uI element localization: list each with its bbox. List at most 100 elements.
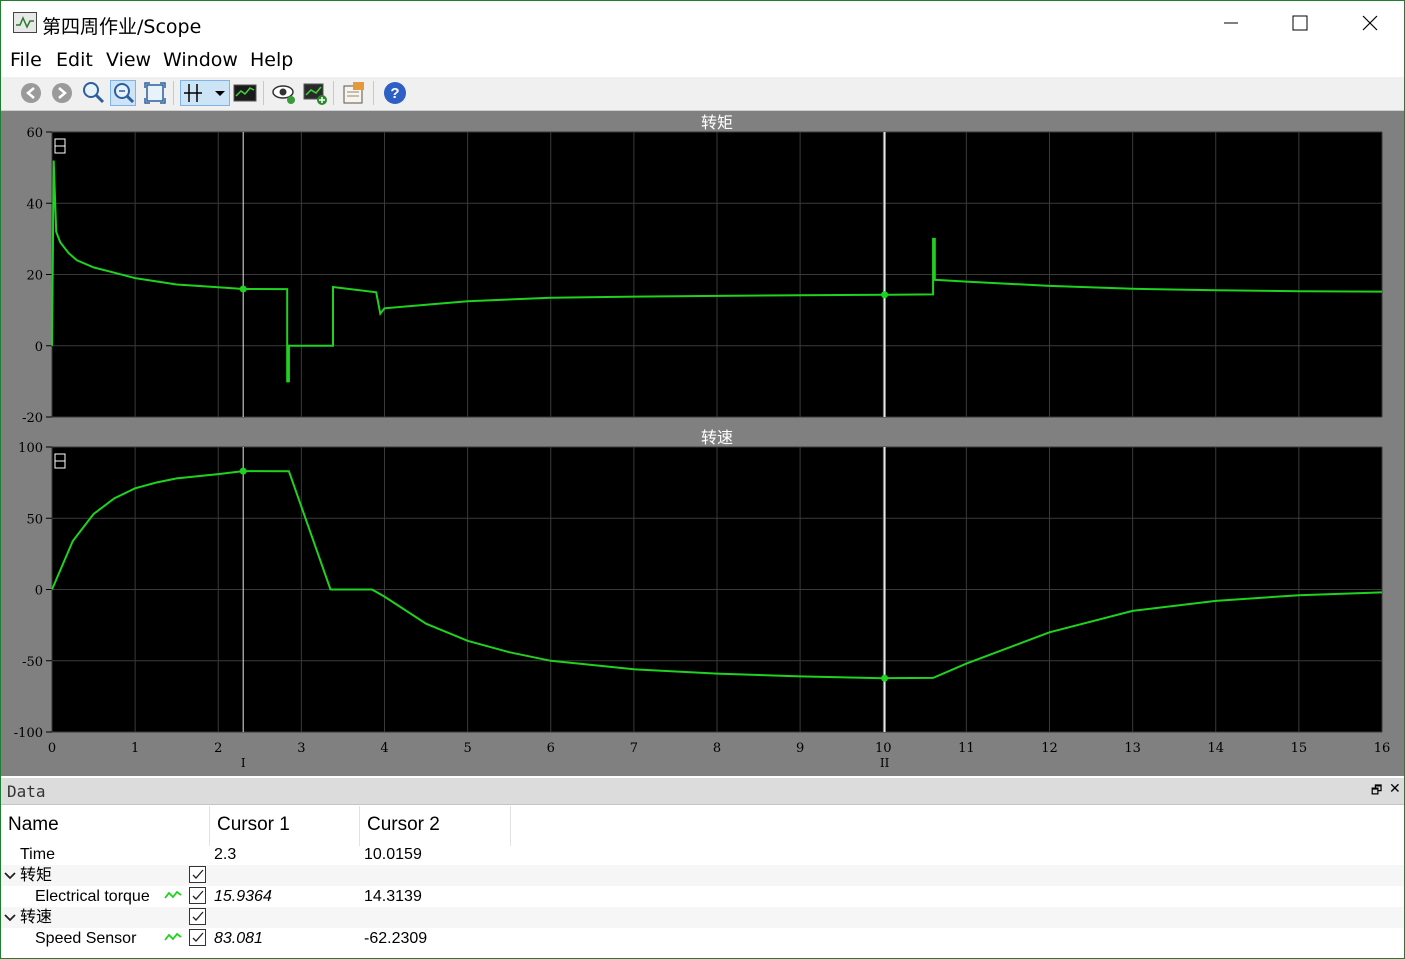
cursor-label: I <box>241 756 246 770</box>
y-tick-label: 20 <box>26 269 43 284</box>
toolbar-separator <box>173 81 174 105</box>
y-tick-label: 40 <box>26 197 43 212</box>
x-tick-label: 8 <box>713 741 721 756</box>
maximize-icon <box>1292 15 1308 31</box>
x-tick-label: 0 <box>48 741 56 756</box>
scope-plots[interactable]: 转矩6040200-20转速100500-50-1000 1 2 3 4 5 6 7 8 9 10 1… <box>1 111 1404 776</box>
x-tick-label: 6 <box>547 741 555 756</box>
close-icon <box>1362 15 1378 31</box>
fit-icon[interactable] <box>142 80 168 106</box>
plot-title: 转矩 <box>701 113 733 132</box>
x-tick-label: 16 <box>1374 741 1391 756</box>
maximize-button[interactable] <box>1265 1 1335 45</box>
col-cursor2[interactable]: Cursor 2 <box>367 814 440 836</box>
minimize-button[interactable] <box>1196 1 1266 45</box>
menu-file[interactable]: File <box>10 49 42 71</box>
y-tick-label: 50 <box>26 512 43 527</box>
x-tick-label: 13 <box>1124 741 1141 756</box>
plot-area: 转矩 60 40 20 0 -20 转速 100 50 0 -50 -100 0 1 2 3 4 5 6 7 8 9 10 1… <box>1 111 1404 776</box>
visibility-icon[interactable] <box>271 80 297 106</box>
y-tick-label: -50 <box>22 655 43 670</box>
row-cursor1-value: 83.081 <box>214 930 263 947</box>
scope-window: 第四周作业/Scope File Edit View Window Help ?… <box>0 0 1405 959</box>
x-tick-label: 7 <box>630 741 638 756</box>
zoom-xy-icon[interactable] <box>110 80 136 106</box>
close-panel-icon[interactable]: ✕ <box>1389 781 1401 797</box>
x-tick-label: 3 <box>297 741 305 756</box>
data-panel: Data 🗗 ✕ Name Cursor 1 Cursor 2 Time 2.3… <box>1 778 1404 958</box>
cursor-marker <box>881 674 889 682</box>
svg-text:?: ? <box>390 85 399 102</box>
close-button[interactable] <box>1334 1 1404 45</box>
group-name: 转速 <box>20 909 53 926</box>
group-checkbox[interactable] <box>189 908 206 925</box>
y-tick-label: 100 <box>18 441 43 456</box>
y-tick-label: 0 <box>35 340 43 355</box>
forward-icon[interactable] <box>49 80 75 106</box>
menu-bar: File Edit View Window Help <box>1 45 1404 77</box>
signal-line-icon <box>163 928 183 955</box>
cursor-marker <box>239 285 247 293</box>
row-cursor1-value: 15.9364 <box>214 888 272 905</box>
title-bar: 第四周作业/Scope <box>1 1 1404 45</box>
toolbar-separator <box>373 81 374 105</box>
data-row-time: Time 2.3 10.0159 <box>1 844 1404 865</box>
zoom-icon[interactable] <box>80 80 106 106</box>
x-tick-label: 10 <box>875 741 892 756</box>
row-cursor2-value: 10.0159 <box>364 846 422 863</box>
data-row-torque: Electrical torque 15.9364 14.3139 <box>1 886 1404 907</box>
y-tick-label: 0 <box>35 584 43 599</box>
row-name: Speed Sensor <box>35 930 137 947</box>
x-tick-label: 2 <box>214 741 222 756</box>
undock-icon[interactable]: 🗗 <box>1371 781 1382 802</box>
cursor-marker <box>881 291 889 299</box>
toolbar: ? <box>1 77 1404 111</box>
data-panel-title: Data <box>7 782 46 801</box>
menu-window[interactable]: Window <box>163 49 238 71</box>
col-cursor1[interactable]: Cursor 1 <box>217 814 290 836</box>
signal-checkbox[interactable] <box>189 887 206 904</box>
x-tick-label: 5 <box>463 741 471 756</box>
cursor-label: II <box>880 756 890 770</box>
help-icon[interactable]: ? <box>382 80 408 106</box>
x-tick-label: 12 <box>1041 741 1058 756</box>
window-title: 第四周作业/Scope <box>42 16 202 38</box>
data-panel-header: Data 🗗 ✕ <box>1 778 1404 805</box>
toolbar-separator <box>263 81 264 105</box>
minimize-icon <box>1224 22 1238 24</box>
add-plot-icon[interactable] <box>302 80 328 106</box>
signal-checkbox[interactable] <box>189 929 206 946</box>
x-tick-label: 1 <box>131 741 139 756</box>
toolbar-separator <box>333 81 334 105</box>
row-cursor1-value: 2.3 <box>214 846 237 863</box>
back-icon[interactable] <box>18 80 44 106</box>
row-cursor2-value: -62.2309 <box>364 930 428 947</box>
x-tick-label: 11 <box>958 741 975 756</box>
group-name: 转矩 <box>20 867 53 884</box>
x-tick-label: 4 <box>380 741 388 756</box>
properties-icon[interactable] <box>341 80 367 106</box>
y-tick-label: 60 <box>26 126 43 141</box>
row-name: Electrical torque <box>35 888 150 905</box>
x-tick-label: 14 <box>1207 741 1224 756</box>
plot-title: 转速 <box>701 428 733 447</box>
row-name: Time <box>20 846 55 863</box>
cursor-marker <box>239 467 247 475</box>
y-tick-label: -100 <box>14 726 43 741</box>
data-row-group-torque: 转矩 <box>1 865 1404 886</box>
y-tick-label: -20 <box>22 411 43 426</box>
row-cursor2-value: 14.3139 <box>364 888 422 905</box>
x-tick-label: 15 <box>1291 741 1308 756</box>
cursor-measure-icon[interactable] <box>180 80 230 106</box>
scope-app-icon <box>13 12 37 33</box>
col-name[interactable]: Name <box>8 814 59 836</box>
dropdown-icon <box>215 91 225 96</box>
data-row-speed: Speed Sensor 83.081 -62.2309 <box>1 928 1404 949</box>
menu-view[interactable]: View <box>106 49 151 71</box>
data-row-group-speed: 转速 <box>1 907 1404 928</box>
menu-edit[interactable]: Edit <box>56 49 93 71</box>
group-checkbox[interactable] <box>189 866 206 883</box>
plot-display-icon[interactable] <box>232 80 258 106</box>
menu-help[interactable]: Help <box>250 49 293 71</box>
x-tick-label: 9 <box>796 741 804 756</box>
